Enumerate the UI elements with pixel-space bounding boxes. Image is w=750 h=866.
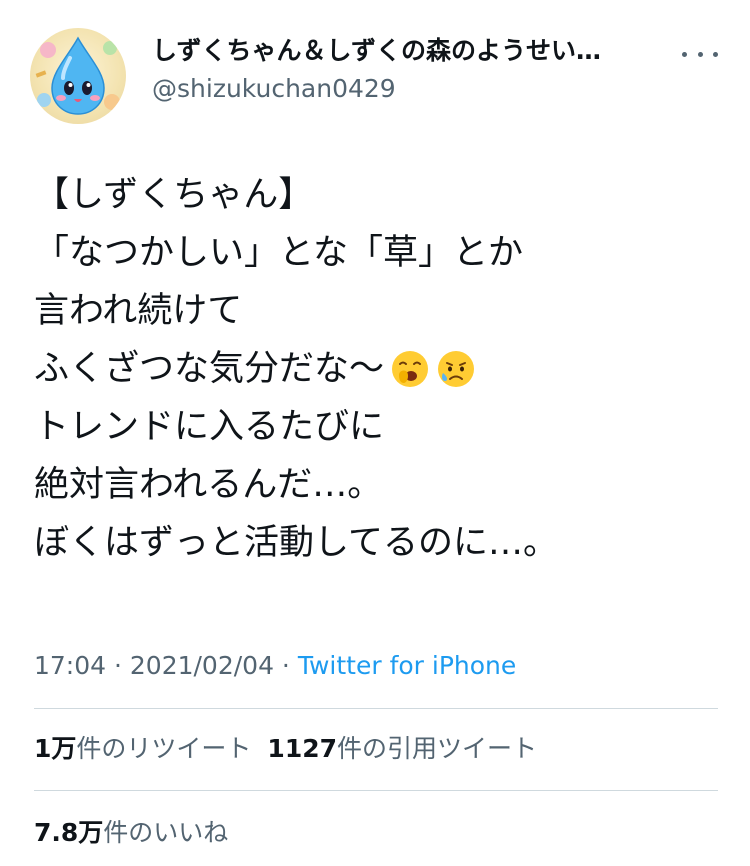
author-handle[interactable]: @shizukuchan0429: [152, 72, 672, 106]
anxious-face-with-sweat-emoji-icon: [438, 351, 475, 387]
tweet-line: 絶対言われるんだ…。: [34, 456, 724, 514]
author-display-name[interactable]: しずくちゃん＆しずくの森のようせい…: [152, 34, 672, 68]
tweet-line-text: 【しずくちゃん】: [34, 175, 314, 215]
tweet-line-text: トレンドに入るたびに: [34, 407, 385, 447]
tweet-line: トレンドに入るたびに: [34, 398, 724, 456]
author-names: しずくちゃん＆しずくの森のようせい… @shizukuchan0429: [152, 34, 672, 106]
retweets-label: 件のリツイート: [76, 734, 252, 763]
divider: [34, 708, 718, 709]
tweet-line-text: ふくざつな気分だな〜: [34, 349, 385, 389]
likes-count: 7.8万: [34, 818, 104, 847]
quotes-label: 件の引用ツイート: [337, 734, 538, 763]
engagement-stats-row: 1万件のリツイート 1127件の引用ツイート: [34, 729, 553, 769]
tweet-time[interactable]: 17:04: [34, 651, 106, 680]
likes-stats-row: 7.8万件のいいね: [34, 813, 244, 853]
meta-separator: ·: [273, 651, 298, 680]
yawning-face-emoji-icon: [392, 351, 429, 387]
more-dot-icon: [697, 51, 703, 57]
more-dot-icon: [713, 51, 718, 57]
retweets-stat[interactable]: 1万件のリツイート: [34, 734, 251, 763]
tweet-source-link[interactable]: Twitter for iPhone: [298, 651, 516, 680]
likes-stat[interactable]: 7.8万件のいいね: [34, 818, 228, 847]
tweet-line: ぼくはずっと活動してるのに…。: [34, 514, 724, 572]
tweet-line-text: 絶対言われるんだ…。: [34, 465, 383, 505]
tweet-line-text: ぼくはずっと活動してるのに…。: [34, 523, 558, 563]
tweet-line: 【しずくちゃん】: [34, 166, 724, 224]
tweet-header: しずくちゃん＆しずくの森のようせい… @shizukuchan0429: [30, 28, 720, 124]
more-options-button[interactable]: [682, 42, 718, 66]
divider: [34, 790, 718, 791]
tweet-line: 言われ続けて: [34, 282, 724, 340]
retweets-count: 1万: [34, 734, 77, 763]
droplet-character-icon: [35, 36, 120, 115]
tweet-line-text: 言われ続けて: [34, 291, 243, 331]
meta-separator: ·: [106, 651, 130, 680]
tweet-date[interactable]: 2021/02/04: [130, 651, 274, 680]
quotes-stat[interactable]: 1127件の引用ツイート: [267, 734, 537, 763]
likes-label: 件のいいね: [103, 818, 229, 847]
quotes-count: 1127: [267, 734, 338, 763]
tweet-text: 【しずくちゃん】 「なつかしい」とな「草」とか 言われ続けて ふくざつな気分だな…: [34, 166, 724, 572]
tweet-line: ふくざつな気分だな〜: [34, 340, 724, 398]
tweet-line: 「なつかしい」とな「草」とか: [34, 224, 724, 282]
avatar[interactable]: [30, 28, 126, 124]
tweet-line-text: 「なつかしい」とな「草」とか: [34, 233, 523, 273]
tweet-metadata: 17:04 · 2021/02/04 · Twitter for iPhone: [34, 646, 516, 686]
more-dot-icon: [682, 51, 687, 57]
